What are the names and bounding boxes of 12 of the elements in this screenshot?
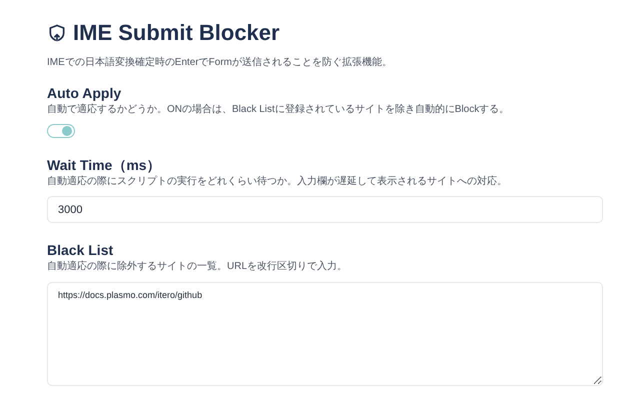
setting-label: Wait Time（ms） [47,156,162,174]
app-description: IMEでの日本語変換確定時のEnterでFormが送信されることを防ぐ拡張機能。 [47,56,394,70]
setting-description: 自動適応の際にスクリプトの実行をどれくらい待つか。入力欄が遅延して表示されるサイトへの対応。 [47,175,508,188]
input-field[interactable]: 3000 [47,196,603,223]
text-area[interactable]: https://docs.plasmo.com/itero/github [47,282,603,386]
setting-label: Auto Apply [47,84,122,102]
setting-label: Black List [47,241,114,259]
app-title: IME Submit Blocker [73,19,280,47]
shield-icon [47,23,67,43]
setting-description: 自動適応の際に除外するサイトの一覧。URLを改行区切りで入力。 [47,260,348,273]
toggle-switch[interactable] [47,124,75,138]
setting-description: 自動で適応するかどうか。ONの場合は、Black Listに登録されているサイトを除き自動的にBlockする。 [47,103,510,116]
